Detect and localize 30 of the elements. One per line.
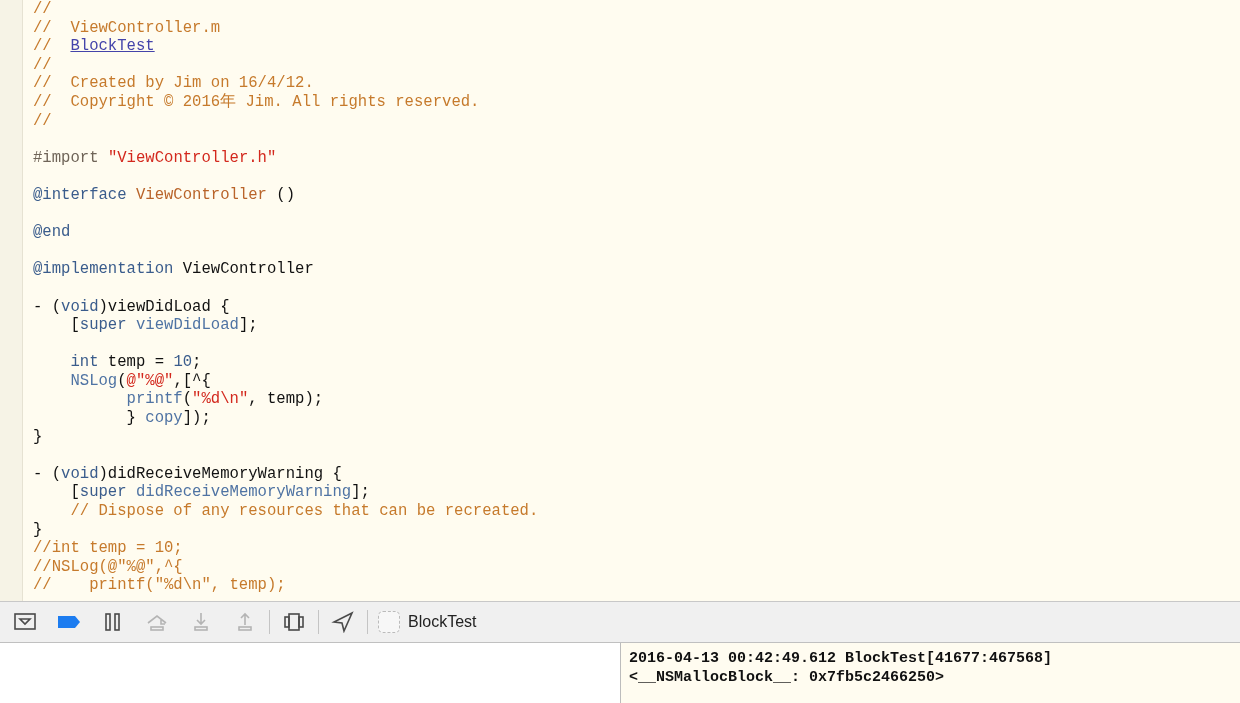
console-line: 2016-04-13 00:42:49.612 BlockTest[41677:467568] [629,649,1054,668]
code-line: [super viewDidLoad]; [69,316,259,335]
code-line: // ViewController.m [33,18,222,38]
code-line: // BlockTest [33,37,156,56]
code-line: //int temp = 10; [33,539,184,558]
code-line: } [33,520,44,540]
code-line: @end [33,223,72,242]
target-label: BlockTest [408,613,477,631]
code-line: printf("%d\n", temp); [125,390,325,410]
location-arrow-icon[interactable] [331,609,355,635]
code-line: @interface ViewController () [33,185,297,205]
code-line: // [33,55,53,75]
code-line: - (void)didReceiveMemoryWarning { [33,464,343,484]
code-line: NSLog(@"%@",[^{ [69,371,212,391]
code-line: [super didReceiveMemoryWarning]; [69,483,371,503]
code-line: // [33,0,53,19]
code-line: // Dispose of any resources that can be recreated. [69,502,539,521]
code-line: #import "ViewController.h" [33,148,278,168]
code-line: } [33,427,44,447]
code-line: // Copyright © 2016年 Jim. All rights reserved. [33,92,481,112]
code-line: } copy]); [125,409,212,428]
code-line: // [33,111,53,131]
code-line: @implementation ViewController [33,260,315,279]
code-line: int temp = 10; [69,353,203,372]
code-line: - (void)viewDidLoad { [33,297,231,317]
console-line: <__NSMallocBlock__: 0x7fb5c2466250> [629,668,946,687]
code-line: // printf("%d\n", temp); [33,576,287,595]
code-line: // Created by Jim on 16/4/12. [33,74,315,93]
file-link[interactable]: BlockTest [70,37,155,56]
code-line: //NSLog(@"%@",^{ [33,557,184,577]
